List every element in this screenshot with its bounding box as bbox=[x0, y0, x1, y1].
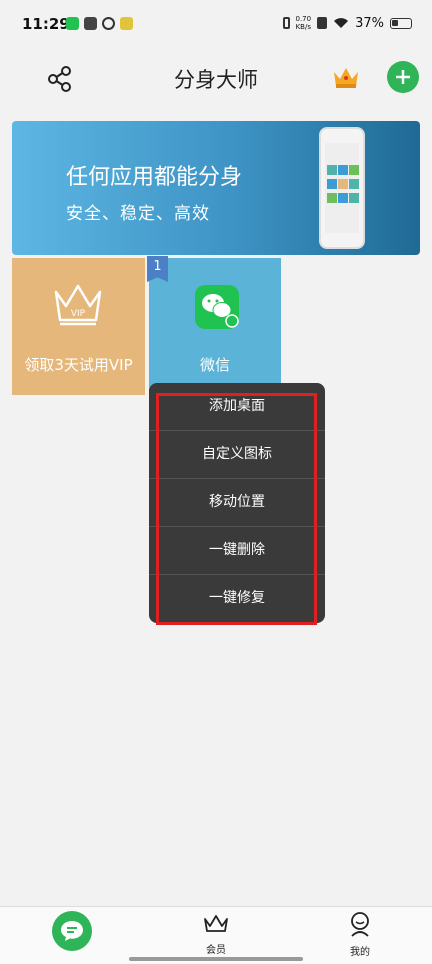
net-speed-value: 0.70 bbox=[295, 15, 312, 23]
add-button[interactable] bbox=[387, 61, 419, 93]
net-speed-unit: KB/s bbox=[295, 23, 311, 31]
vibrate-icon bbox=[282, 17, 290, 29]
add-icon bbox=[396, 70, 410, 84]
crown-icon[interactable] bbox=[332, 64, 360, 90]
vip-trial-tile[interactable]: VIP 领取3天试用VIP bbox=[12, 258, 145, 395]
promo-banner[interactable]: 任何应用都能分身 安全、稳定、高效 bbox=[12, 121, 420, 255]
banner-title: 任何应用都能分身 bbox=[66, 165, 243, 190]
header: 分身大师 bbox=[0, 52, 432, 104]
user-icon bbox=[351, 912, 369, 937]
status-time: 11:29 bbox=[22, 15, 70, 33]
banner-subtitle: 安全、稳定、高效 bbox=[66, 204, 210, 224]
app-notif-icon bbox=[84, 17, 97, 30]
wifi-icon bbox=[334, 18, 349, 28]
nav-vip-tab[interactable]: 会员 bbox=[190, 913, 242, 956]
vip-trial-label: 领取3天试用VIP bbox=[24, 356, 133, 374]
page-title: 分身大师 bbox=[174, 68, 258, 92]
status-notification-icons bbox=[66, 17, 133, 30]
battery-percent: 37% bbox=[355, 15, 384, 31]
sim-icon bbox=[317, 17, 328, 29]
bottom-nav: 会员 我的 bbox=[0, 906, 432, 964]
wechat-app-tile[interactable]: 微信 bbox=[149, 258, 281, 395]
battery-icon bbox=[390, 17, 412, 29]
wechat-notif-icon bbox=[66, 17, 79, 30]
nav-home-button[interactable] bbox=[52, 911, 92, 951]
game-notif-icon bbox=[120, 17, 133, 30]
status-bar: 11:29 0.70 KB/s 37% bbox=[0, 0, 432, 52]
phone-illustration bbox=[319, 127, 365, 249]
nav-mine-label: 我的 bbox=[350, 947, 370, 958]
crown-outline-icon bbox=[204, 915, 228, 932]
chat-icon bbox=[61, 921, 83, 941]
status-right: 0.70 KB/s 37% bbox=[282, 15, 412, 31]
svg-text:VIP: VIP bbox=[71, 309, 86, 319]
nav-mine-tab[interactable]: 我的 bbox=[334, 911, 386, 958]
wechat-label: 微信 bbox=[199, 356, 230, 374]
link-icon bbox=[102, 17, 115, 30]
wechat-icon bbox=[195, 285, 239, 329]
net-speed: 0.70 KB/s bbox=[296, 15, 312, 31]
annotation-highlight-box bbox=[156, 393, 317, 625]
nav-vip-label: 会员 bbox=[206, 945, 226, 956]
vip-crown-icon: VIP bbox=[54, 284, 102, 326]
home-indicator bbox=[129, 957, 303, 961]
